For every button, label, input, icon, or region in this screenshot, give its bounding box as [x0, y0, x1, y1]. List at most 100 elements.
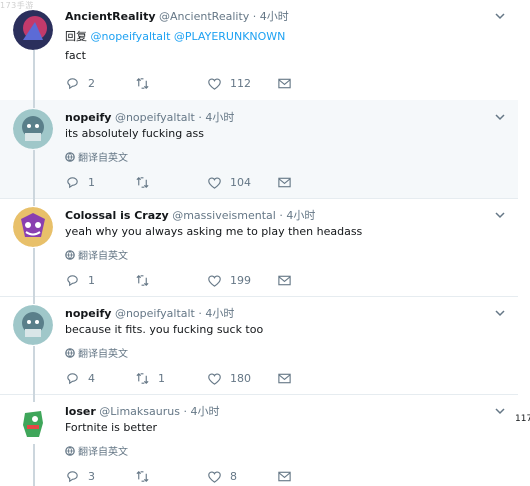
- tweet-actions: 4 1 180: [65, 371, 365, 387]
- avatar[interactable]: [13, 10, 53, 50]
- avatar[interactable]: [13, 207, 53, 247]
- tweet-text: yeah why you always asking me to play th…: [65, 225, 363, 238]
- retweet-button[interactable]: [135, 76, 158, 91]
- reply-button[interactable]: 1: [65, 273, 95, 288]
- retweet-icon: [136, 373, 149, 384]
- retweet-button[interactable]: [135, 273, 158, 288]
- reply-button[interactable]: 2: [65, 76, 95, 91]
- chevron-down-icon[interactable]: [494, 209, 506, 221]
- reply-count: 2: [88, 77, 95, 90]
- translate-link[interactable]: 翻译自英文: [65, 149, 128, 164]
- timestamp[interactable]: · 4小时: [279, 209, 315, 222]
- reply-button[interactable]: 4: [65, 371, 95, 386]
- like-button[interactable]: 199: [207, 273, 251, 288]
- like-button[interactable]: 104: [207, 175, 251, 190]
- message-icon: [278, 471, 291, 482]
- avatar[interactable]: [13, 403, 53, 443]
- like-count: 112: [230, 77, 251, 90]
- message-button[interactable]: [277, 175, 292, 190]
- reply-button[interactable]: 1: [65, 175, 95, 190]
- user-handle[interactable]: @nopeifyaltalt: [115, 111, 195, 124]
- like-button[interactable]: 180: [207, 371, 251, 386]
- tweet-actions: 2 112: [65, 76, 365, 92]
- display-name[interactable]: loser: [65, 405, 96, 418]
- avatar[interactable]: [13, 305, 53, 345]
- timestamp[interactable]: · 4小时: [253, 10, 289, 23]
- thread-line: [33, 444, 35, 486]
- reply-count: 1: [88, 176, 95, 189]
- display-name[interactable]: nopeify: [65, 111, 111, 124]
- globe-icon: [65, 445, 75, 456]
- user-handle[interactable]: @nopeifyaltalt: [115, 307, 195, 320]
- user-handle[interactable]: @Limaksaurus: [99, 405, 180, 418]
- retweet-icon: [136, 471, 149, 482]
- tweet-actions: 1 199: [65, 273, 365, 289]
- retweet-icon: [136, 275, 149, 286]
- tweet[interactable]: nopeify @nopeifyaltalt · 4小时 its absolut…: [0, 100, 518, 199]
- user-handle[interactable]: @AncientReality: [159, 10, 249, 23]
- thread-line: [33, 346, 35, 394]
- tweet-text: fact: [65, 49, 86, 62]
- timestamp[interactable]: · 4小时: [198, 111, 234, 124]
- like-icon: [208, 471, 221, 483]
- tweet[interactable]: AncientReality @AncientReality · 4小时 回复 …: [0, 0, 518, 101]
- message-button[interactable]: [277, 273, 292, 288]
- reply-icon: [67, 471, 78, 483]
- like-icon: [208, 177, 221, 189]
- tweet-text: Fortnite is better: [65, 421, 158, 434]
- reply-count: 3: [88, 470, 95, 483]
- user-handle[interactable]: @massiveismental: [172, 209, 276, 222]
- message-button[interactable]: [277, 371, 292, 386]
- reply-button[interactable]: 3: [65, 469, 95, 484]
- like-button[interactable]: 8: [207, 469, 237, 484]
- timestamp[interactable]: · 4小时: [183, 405, 219, 418]
- chevron-down-icon[interactable]: [494, 111, 506, 123]
- reply-icon: [67, 177, 78, 189]
- thread-line: [33, 248, 35, 296]
- retweet-count: 1: [158, 372, 165, 385]
- display-name[interactable]: Colossal is Crazy: [65, 209, 169, 222]
- message-button[interactable]: [277, 76, 292, 91]
- like-count: 199: [230, 274, 251, 287]
- timestamp[interactable]: · 4小时: [198, 307, 234, 320]
- translate-label: 翻译自英文: [78, 447, 128, 458]
- translate-label: 翻译自英文: [78, 153, 128, 164]
- globe-icon: [65, 347, 75, 358]
- thread-line: [33, 394, 35, 402]
- tweet-actions: 1 104: [65, 175, 365, 191]
- translate-link[interactable]: 翻译自英文: [65, 247, 128, 262]
- display-name[interactable]: AncientReality: [65, 10, 156, 23]
- retweet-button[interactable]: 1: [135, 371, 165, 386]
- retweet-button[interactable]: [135, 469, 158, 484]
- reply-icon: [67, 275, 78, 287]
- tweet[interactable]: nopeify @nopeifyaltalt · 4小时 because it …: [0, 296, 518, 395]
- display-name[interactable]: nopeify: [65, 307, 111, 320]
- reply-prefix: 回复: [65, 30, 87, 43]
- tweet[interactable]: loser @Limaksaurus · 4小时 Fortnite is bet…: [0, 394, 518, 486]
- tweet-text: its absolutely fucking ass: [65, 127, 204, 140]
- translate-label: 翻译自英文: [78, 251, 128, 262]
- like-button[interactable]: 112: [207, 76, 251, 91]
- reply-count: 1: [88, 274, 95, 287]
- translate-label: 翻译自英文: [78, 349, 128, 360]
- message-icon: [278, 373, 291, 384]
- like-icon: [208, 275, 221, 287]
- retweet-button[interactable]: [135, 175, 158, 190]
- translate-link[interactable]: 翻译自英文: [65, 443, 128, 458]
- avatar[interactable]: [13, 109, 53, 149]
- chevron-down-icon[interactable]: [494, 405, 506, 417]
- thread-line: [33, 198, 35, 206]
- reply-icon: [67, 373, 78, 385]
- reply-mentions[interactable]: @nopeifyaltalt @PLAYERUNKNOWN: [91, 30, 286, 43]
- tweet-actions: 3 8: [65, 469, 365, 485]
- like-icon: [208, 373, 221, 385]
- translate-link[interactable]: 翻译自英文: [65, 345, 128, 360]
- reply-icon: [67, 78, 78, 90]
- message-button[interactable]: [277, 469, 292, 484]
- tweet[interactable]: Colossal is Crazy @massiveismental · 4小时…: [0, 198, 518, 297]
- like-icon: [208, 78, 221, 90]
- thread-line: [33, 100, 35, 108]
- globe-icon: [65, 151, 75, 162]
- chevron-down-icon[interactable]: [494, 10, 506, 22]
- chevron-down-icon[interactable]: [494, 307, 506, 319]
